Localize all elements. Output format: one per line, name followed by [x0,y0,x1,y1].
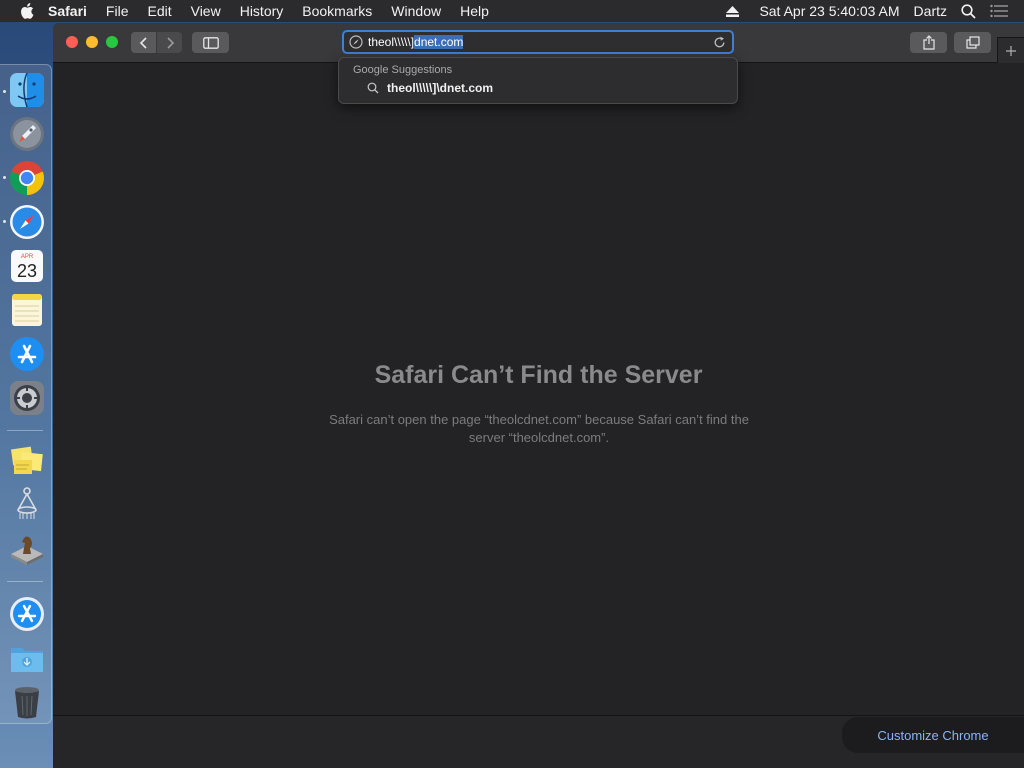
dock-chrome[interactable] [8,159,46,197]
notification-list-icon[interactable] [990,4,1008,18]
new-tab-icon [1006,45,1016,56]
menu-app-safari[interactable]: Safari [48,3,87,19]
menu-help[interactable]: Help [460,3,489,19]
hoops-icon [17,487,37,519]
dock-safari[interactable] [8,203,46,241]
dock-hoops[interactable] [8,485,46,523]
dock-trash[interactable] [8,683,46,721]
error-title: Safari Can’t Find the Server [374,361,703,389]
finder-icon [10,72,44,108]
menu-window[interactable]: Window [391,3,441,19]
forward-icon [166,36,174,49]
menu-file[interactable]: File [106,3,129,19]
running-indicator [3,90,6,93]
address-bar[interactable]: theol\\\\\]dnet.com [342,30,734,54]
stickies-icon [10,446,43,474]
dock-downloads-folder[interactable] [8,639,46,677]
running-indicator [3,220,6,223]
menu-edit[interactable]: Edit [147,3,171,19]
chrome-icon [10,161,44,195]
tabs-overview-button[interactable] [954,32,991,53]
dock-app-store-downloads[interactable] [8,595,46,633]
address-typed-text: theol\\\\\] [368,35,415,49]
customize-chrome-button[interactable]: Customize Chrome [842,717,1024,753]
dock-notes[interactable] [8,291,46,329]
page-content: Safari Can’t Find the Server Safari can’… [53,63,1024,714]
dock-stickies[interactable] [8,441,46,479]
new-tab-button[interactable] [997,37,1024,63]
apple-logo-icon[interactable] [20,3,34,19]
menu-bookmarks[interactable]: Bookmarks [302,3,372,19]
suggestions-header: Google Suggestions [353,64,453,76]
safari-icon [10,205,44,239]
menu-history[interactable]: History [240,3,284,19]
menu-view[interactable]: View [191,3,221,19]
suggestion-text: theol\\\\\]\dnet.com [387,81,494,95]
dock-app-store[interactable] [8,335,46,373]
address-autocomplete-selection: dnet.com [414,35,464,49]
back-button[interactable] [131,32,156,53]
error-message: Safari can’t open the page “theolcdnet.c… [329,412,749,445]
trash-icon [15,687,39,719]
back-icon [139,36,147,49]
dock-calendar[interactable]: APR 23 [8,247,46,285]
app-store-downloads-icon [10,597,44,631]
minimize-button[interactable] [86,36,98,48]
spotlight-search-icon[interactable] [961,3,976,19]
menu-user[interactable]: Dartz [914,3,947,19]
share-icon [922,35,935,50]
calendar-month: APR [21,254,34,260]
downloads-folder-icon [11,648,43,672]
tabs-overview-icon [965,36,980,49]
eject-icon[interactable] [726,5,740,17]
app-store-icon [10,337,44,371]
dock-chess[interactable] [8,529,46,567]
menu-bar: Safari File Edit View History Bookmarks … [0,0,1024,22]
calendar-icon: APR 23 [11,250,43,282]
suggestions-dropdown: Google Suggestions theol\\\\\]\dnet.com [338,57,738,104]
address-field-text[interactable]: theol\\\\\]dnet.com [368,35,464,49]
search-icon [367,82,379,94]
share-button[interactable] [910,32,947,53]
sidebar-icon [202,36,219,49]
forward-button[interactable] [157,32,182,53]
dock-separator [7,430,43,431]
notes-icon [12,294,42,326]
system-preferences-icon [10,381,44,415]
menu-clock[interactable]: Sat Apr 23 5:40:03 AM [759,3,899,19]
dock: APR 23 [0,64,52,724]
suggestion-item[interactable]: theol\\\\\]\dnet.com [367,81,493,95]
safari-window: theol\\\\\]dnet.com Safari Can’t Find th… [53,23,1024,768]
dock-launchpad[interactable] [8,115,46,153]
reload-icon[interactable] [713,36,726,49]
close-button[interactable] [66,36,78,48]
calendar-day: 23 [17,261,37,281]
compass-icon [349,35,363,49]
sidebar-button[interactable] [192,32,229,53]
zoom-button[interactable] [106,36,118,48]
chess-icon [11,536,43,565]
dock-finder[interactable] [8,71,46,109]
dock-separator [7,581,43,582]
launchpad-icon [10,117,44,151]
running-indicator [3,176,6,179]
dock-system-preferences[interactable] [8,379,46,417]
